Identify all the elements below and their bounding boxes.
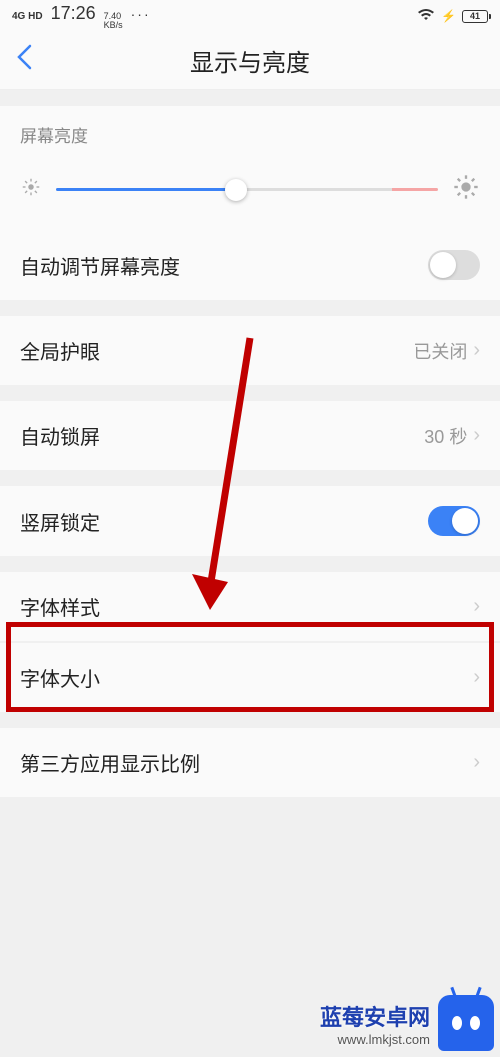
- third-party-ratio-row[interactable]: 第三方应用显示比例 ›: [0, 728, 500, 797]
- portrait-lock-row[interactable]: 竖屏锁定: [0, 486, 500, 556]
- watermark: 蓝莓安卓网 www.lmkjst.com: [314, 989, 500, 1057]
- signal-indicator: 4G HD: [12, 11, 43, 22]
- eye-care-row[interactable]: 全局护眼 已关闭 ›: [0, 316, 500, 385]
- back-button[interactable]: [16, 44, 32, 78]
- sun-high-icon: [452, 173, 480, 206]
- more-dots: ···: [131, 6, 151, 22]
- watermark-mascot-icon: [438, 995, 494, 1051]
- sun-low-icon: [20, 176, 42, 203]
- portrait-lock-label: 竖屏锁定: [20, 507, 100, 536]
- brightness-section-label: 屏幕亮度: [0, 106, 500, 155]
- watermark-name: 蓝莓安卓网: [320, 1000, 430, 1032]
- font-style-row[interactable]: 字体样式 ›: [0, 572, 500, 641]
- chevron-right-icon: ›: [473, 666, 480, 689]
- brightness-slider[interactable]: [56, 188, 438, 191]
- auto-brightness-row[interactable]: 自动调节屏幕亮度: [0, 230, 500, 300]
- third-party-ratio-label: 第三方应用显示比例: [20, 748, 200, 777]
- clock: 17:26: [51, 3, 96, 24]
- font-size-row[interactable]: 字体大小 ›: [0, 643, 500, 712]
- wifi-icon: [417, 8, 435, 25]
- font-size-label: 字体大小: [20, 663, 100, 692]
- chevron-right-icon: ›: [473, 424, 480, 447]
- nav-bar: 显示与亮度: [0, 32, 500, 90]
- font-style-label: 字体样式: [20, 592, 100, 621]
- charging-icon: ⚡: [441, 9, 456, 23]
- auto-brightness-label: 自动调节屏幕亮度: [20, 251, 180, 280]
- auto-lock-label: 自动锁屏: [20, 421, 100, 450]
- auto-lock-row[interactable]: 自动锁屏 30 秒 ›: [0, 401, 500, 470]
- net-speed: 7.40KB/s: [104, 12, 123, 30]
- brightness-slider-row: [0, 155, 500, 230]
- chevron-right-icon: ›: [473, 595, 480, 618]
- eye-care-label: 全局护眼: [20, 336, 100, 365]
- slider-thumb[interactable]: [225, 179, 247, 201]
- status-right: ⚡ 41: [417, 8, 488, 25]
- auto-lock-value: 30 秒 ›: [424, 423, 480, 449]
- portrait-lock-toggle[interactable]: [428, 506, 480, 536]
- watermark-url: www.lmkjst.com: [320, 1032, 430, 1047]
- page-title: 显示与亮度: [0, 43, 500, 78]
- chevron-right-icon: ›: [473, 339, 480, 362]
- chevron-right-icon: ›: [473, 751, 480, 774]
- auto-brightness-toggle[interactable]: [428, 250, 480, 280]
- status-left: 4G HD 17:26 7.40KB/s ···: [12, 3, 151, 30]
- status-bar: 4G HD 17:26 7.40KB/s ··· ⚡ 41: [0, 0, 500, 32]
- battery-icon: 41: [462, 10, 488, 23]
- eye-care-value: 已关闭 ›: [413, 338, 480, 364]
